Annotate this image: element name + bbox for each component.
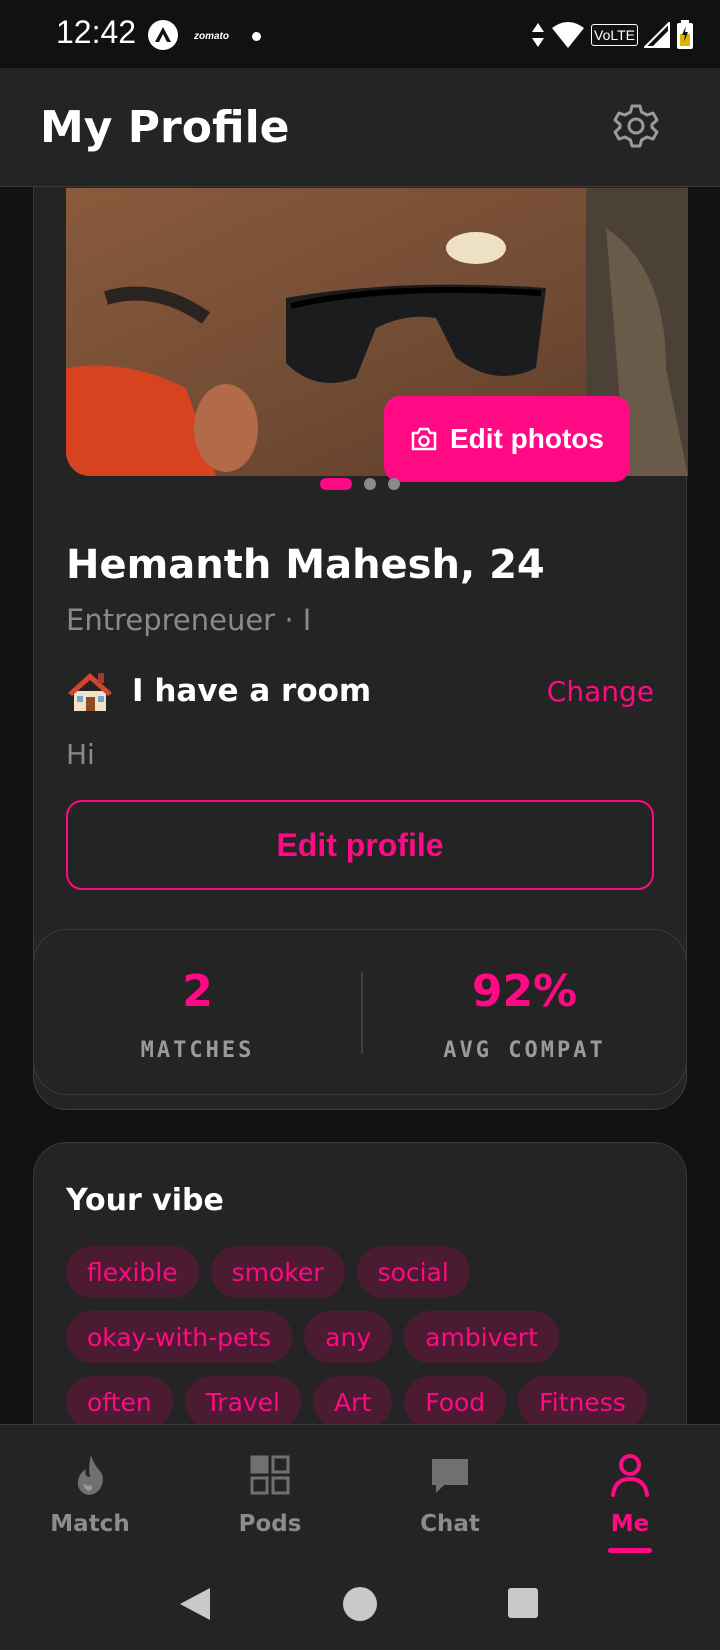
- photo-pagination: [0, 470, 720, 490]
- profile-occupation: Entrepreneuer · I: [66, 603, 312, 637]
- stat-label: MATCHES: [140, 1038, 255, 1063]
- grid-icon: [250, 1453, 290, 1497]
- nav-item-pods[interactable]: Pods: [180, 1425, 360, 1557]
- app-header: My Profile: [0, 68, 720, 187]
- vibe-tag[interactable]: Travel: [184, 1376, 302, 1424]
- back-icon[interactable]: [178, 1586, 212, 1622]
- nav-label: Pods: [238, 1511, 302, 1537]
- status-icons: VoLTE: [531, 18, 694, 52]
- edit-photos-label: Edit photos: [450, 423, 604, 454]
- pagination-dot[interactable]: [388, 478, 400, 490]
- home-icon[interactable]: [342, 1586, 378, 1622]
- stat-value: 2: [182, 966, 213, 1017]
- profile-bio: Hi: [66, 738, 95, 771]
- status-time: 12:42: [56, 14, 137, 50]
- stats-card: 2 MATCHES 92% AVG COMPAT: [33, 929, 687, 1095]
- volte-badge: VoLTE: [591, 24, 638, 46]
- signal-icon: [644, 22, 670, 48]
- nav-item-me[interactable]: Me: [540, 1425, 720, 1557]
- app-notification-icon: [148, 20, 178, 50]
- pagination-dot-active[interactable]: [320, 478, 352, 490]
- stat-label: AVG COMPAT: [443, 1038, 606, 1063]
- stat-value: 92%: [471, 966, 578, 1017]
- zomato-notification-label: zomato: [194, 31, 229, 42]
- person-icon: [610, 1453, 650, 1497]
- vibe-tag[interactable]: Fitness: [518, 1376, 647, 1424]
- room-status-row: I have a room Change: [66, 667, 654, 719]
- vibe-tag[interactable]: ambivert: [404, 1311, 559, 1363]
- edit-profile-button[interactable]: Edit profile: [66, 800, 654, 890]
- nav-active-indicator: [608, 1548, 652, 1553]
- battery-icon: [677, 20, 693, 49]
- vibe-tag[interactable]: any: [304, 1311, 393, 1363]
- change-room-link[interactable]: Change: [547, 675, 654, 708]
- nav-item-match[interactable]: Match: [0, 1425, 180, 1557]
- vibe-tag[interactable]: Food: [404, 1376, 507, 1424]
- more-notifications-dot: [252, 32, 261, 41]
- vibe-tags: flexible smoker social okay-with-pets an…: [66, 1246, 656, 1424]
- nav-label: Match: [50, 1511, 130, 1537]
- flame-icon: [70, 1453, 110, 1497]
- page-title: My Profile: [40, 102, 290, 153]
- wifi-icon: [552, 22, 584, 48]
- data-arrows-icon: [532, 23, 544, 47]
- vibe-tag[interactable]: flexible: [66, 1246, 199, 1298]
- vibe-tag[interactable]: smoker: [210, 1246, 345, 1298]
- vibe-tag[interactable]: social: [356, 1246, 470, 1298]
- camera-icon: [411, 427, 437, 451]
- vibe-tag[interactable]: Art: [313, 1376, 393, 1424]
- nav-label: Me: [610, 1511, 650, 1537]
- stat-avg-compat: 92% AVG COMPAT: [361, 930, 688, 1096]
- nav-label: Chat: [420, 1511, 480, 1537]
- system-nav-bar: [0, 1556, 720, 1650]
- status-bar: 12:42 zomato VoLTE: [0, 0, 720, 68]
- pagination-dot[interactable]: [364, 478, 376, 490]
- vibe-tag[interactable]: often: [66, 1376, 173, 1424]
- nav-item-chat[interactable]: Chat: [360, 1425, 540, 1557]
- vibe-title: Your vibe: [66, 1183, 224, 1218]
- stat-matches: 2 MATCHES: [34, 930, 361, 1096]
- room-status-text: I have a room: [132, 673, 372, 709]
- vibe-card: Your vibe flexible smoker social okay-wi…: [33, 1142, 687, 1424]
- gear-icon[interactable]: [612, 102, 660, 150]
- house-icon: [66, 667, 114, 715]
- profile-name-age: Hemanth Mahesh, 24: [66, 542, 545, 588]
- vibe-tag[interactable]: okay-with-pets: [66, 1311, 293, 1363]
- recents-icon[interactable]: [507, 1587, 539, 1619]
- chat-icon: [430, 1453, 470, 1497]
- bottom-nav: Match Pods Chat Me: [0, 1424, 720, 1557]
